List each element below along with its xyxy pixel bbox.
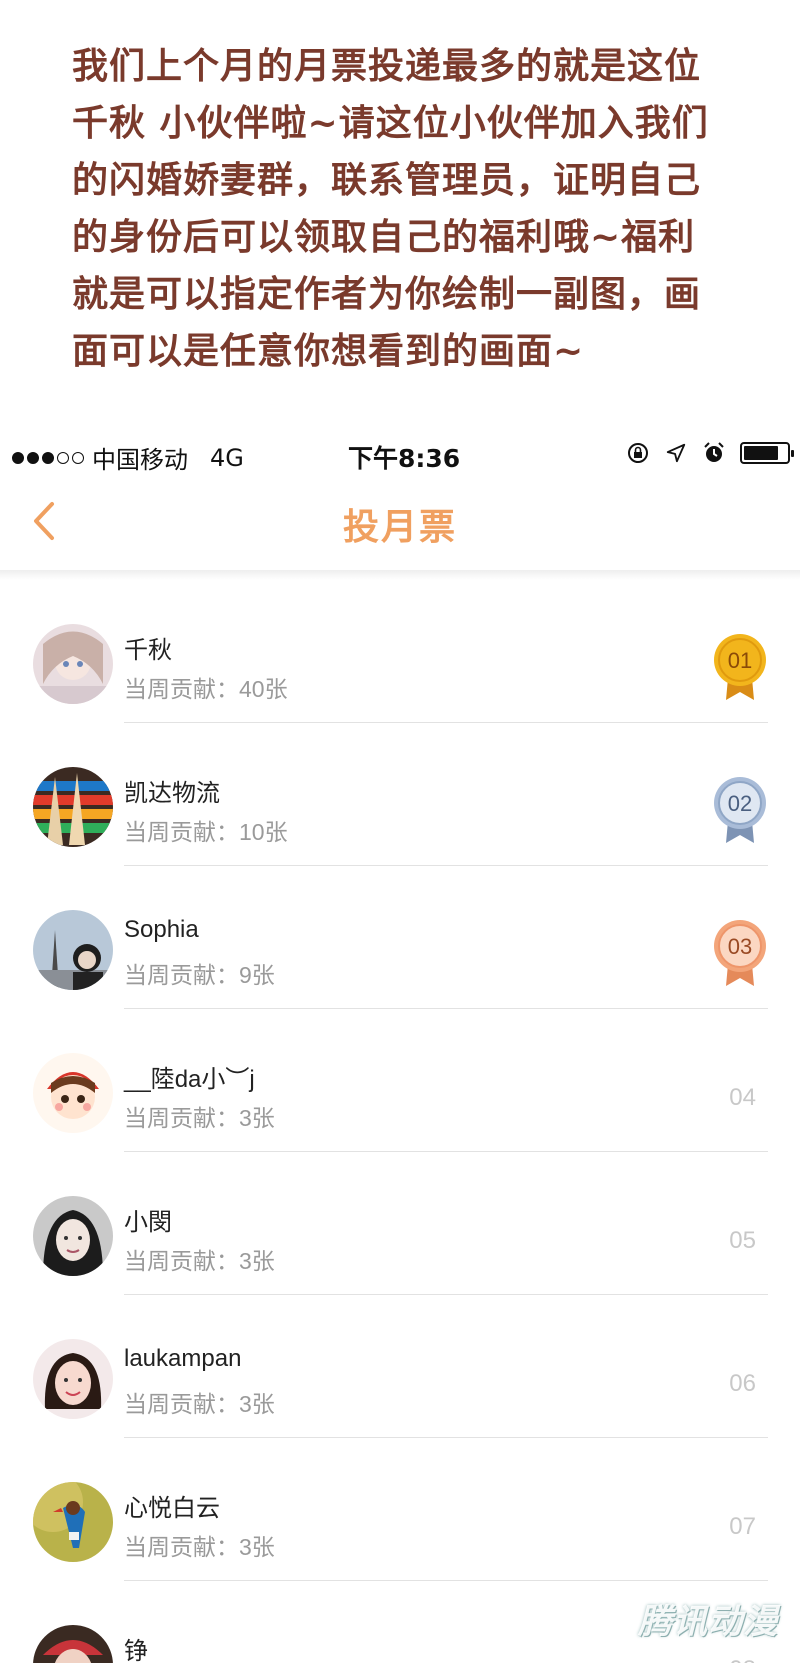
silver-medal-icon: 02 xyxy=(712,775,768,845)
user-name: laukampan xyxy=(124,1345,242,1372)
bronze-medal-icon: 03 xyxy=(712,918,768,988)
user-name: 凯达物流 xyxy=(124,780,220,807)
caption-text: 我们上个月的月票投递最多的就是这位 千秋 小伙伴啦~请这位小伙伴加入我们 的闪婚… xyxy=(72,46,709,372)
carrier-label: 中国移动 xyxy=(92,446,188,474)
weekly-contribution: 当周贡献：3张 xyxy=(124,1105,275,1131)
rank-label: 01 xyxy=(728,648,752,673)
avatar[interactable] xyxy=(33,624,113,704)
rank-number: 07 xyxy=(729,1513,756,1540)
user-name: Sophia xyxy=(124,916,199,943)
page-title: 投月票 xyxy=(342,507,457,548)
user-name: 小閔 xyxy=(124,1209,172,1236)
ranking-list: 千秋 当周贡献：40张 01 凯达物流 当周贡献：10张 02 Sophia 当… xyxy=(0,580,800,1663)
location-arrow-icon xyxy=(664,441,688,465)
weekly-contribution: 当周贡献：40张 xyxy=(124,676,288,702)
status-time: 下午8:36 xyxy=(348,444,461,473)
weekly-contribution: 当周贡献：3张 xyxy=(124,1248,275,1274)
rotation-lock-icon xyxy=(626,441,650,465)
user-name: 铮 xyxy=(124,1638,148,1663)
rank-label: 02 xyxy=(728,791,752,816)
list-item[interactable]: Sophia 当周贡献：9张 03 xyxy=(0,866,800,1009)
list-item[interactable]: laukampan 当周贡献：3张 06 xyxy=(0,1295,800,1438)
battery-icon xyxy=(740,442,794,464)
avatar[interactable] xyxy=(33,1625,113,1663)
rank-number: 06 xyxy=(729,1370,756,1397)
gold-medal-icon: 01 xyxy=(712,632,768,702)
rank-label: 03 xyxy=(728,934,752,959)
list-item[interactable]: 凯达物流 当周贡献：10张 02 xyxy=(0,723,800,866)
rank-number: 04 xyxy=(729,1084,756,1111)
rank-number: 05 xyxy=(729,1227,756,1254)
signal-strength-icon xyxy=(12,451,84,464)
nav-divider xyxy=(0,570,800,580)
user-name: __陸da小︶j xyxy=(124,1066,255,1093)
weekly-contribution: 当周贡献：9张 xyxy=(124,962,275,988)
avatar[interactable] xyxy=(33,1053,113,1133)
alarm-icon xyxy=(702,441,726,465)
weekly-contribution: 当周贡献：10张 xyxy=(124,819,288,845)
weekly-contribution: 当周贡献：3张 xyxy=(124,1391,275,1417)
nav-bar: 投月票 xyxy=(0,480,800,570)
rank-number: 08 xyxy=(729,1656,756,1663)
avatar[interactable] xyxy=(33,767,113,847)
list-item[interactable]: 千秋 当周贡献：40张 01 xyxy=(0,580,800,723)
list-item[interactable]: __陸da小︶j 当周贡献：3张 04 xyxy=(0,1009,800,1152)
avatar[interactable] xyxy=(33,1339,113,1419)
user-name: 千秋 xyxy=(124,637,172,664)
list-item[interactable]: 心悦白云 当周贡献：3张 07 xyxy=(0,1438,800,1581)
status-bar: 中国移动 4G 下午8:36 xyxy=(0,432,800,476)
network-label: 4G xyxy=(210,443,244,472)
avatar[interactable] xyxy=(33,1196,113,1276)
weekly-contribution: 当周贡献：3张 xyxy=(124,1534,275,1560)
user-name: 心悦白云 xyxy=(124,1495,220,1522)
avatar[interactable] xyxy=(33,1482,113,1562)
list-item[interactable]: 小閔 当周贡献：3张 05 xyxy=(0,1152,800,1295)
avatar[interactable] xyxy=(33,910,113,990)
watermark-logo: 腾讯动漫 xyxy=(638,1602,778,1642)
